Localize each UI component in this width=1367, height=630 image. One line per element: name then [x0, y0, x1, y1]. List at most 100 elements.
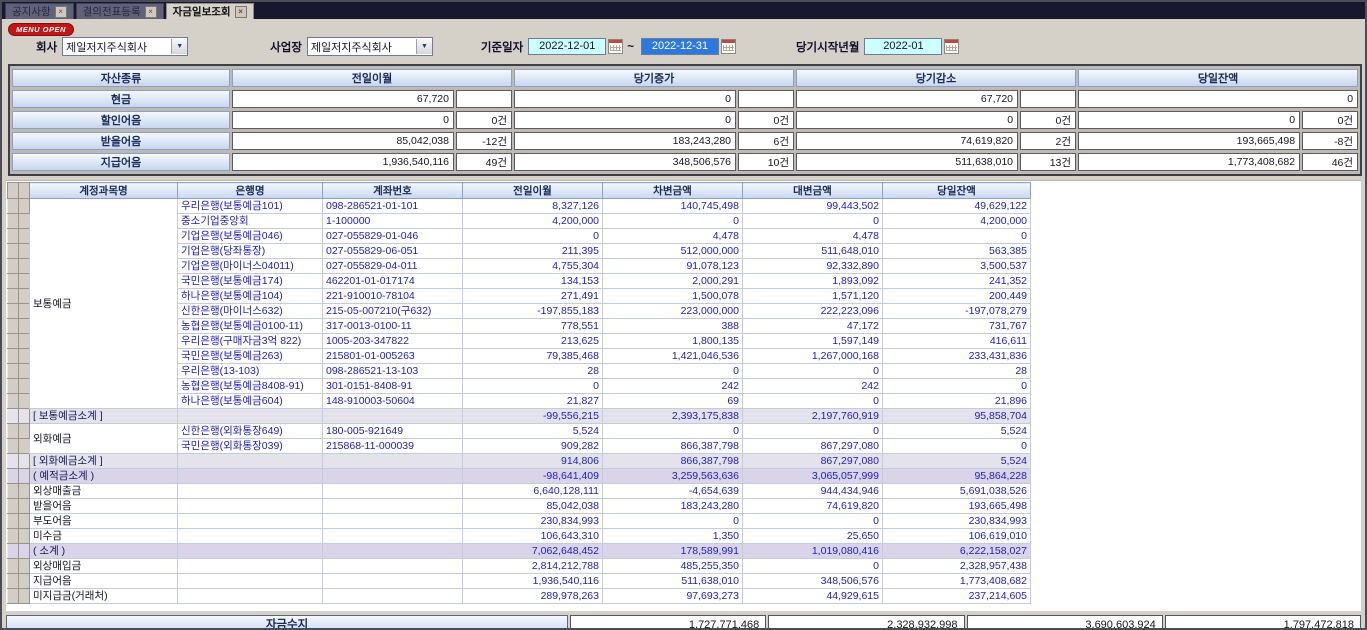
- bank-name-cell[interactable]: 우리은행(구매자금3억 822): [178, 334, 323, 349]
- tab-item[interactable]: 공지사항×: [5, 3, 74, 19]
- count-cell[interactable]: 10건: [738, 153, 794, 171]
- credit-amount-cell[interactable]: 0: [743, 424, 883, 439]
- debit-amount-cell[interactable]: 4,478: [603, 229, 743, 244]
- day-balance-cell[interactable]: 0: [883, 229, 1031, 244]
- day-balance-cell[interactable]: 95,864,228: [883, 469, 1031, 484]
- credit-amount-cell[interactable]: 47,172: [743, 319, 883, 334]
- debit-amount-cell[interactable]: 3,259,563,636: [603, 469, 743, 484]
- summary-header-cell[interactable]: 전일이월: [232, 69, 512, 87]
- prev-balance-cell[interactable]: 778,551: [463, 319, 603, 334]
- count-cell[interactable]: 0건: [738, 111, 794, 129]
- credit-amount-cell[interactable]: 4,478: [743, 229, 883, 244]
- debit-amount-cell[interactable]: 0: [603, 214, 743, 229]
- account-number-cell[interactable]: [323, 469, 463, 484]
- account-number-cell[interactable]: [323, 484, 463, 499]
- day-balance-cell[interactable]: -197,078,279: [883, 304, 1031, 319]
- credit-amount-cell[interactable]: 0: [743, 364, 883, 379]
- prev-balance-cell[interactable]: 0: [463, 379, 603, 394]
- account-number-cell[interactable]: [323, 514, 463, 529]
- credit-amount-cell[interactable]: 99,443,502: [743, 199, 883, 214]
- debit-amount-cell[interactable]: 91,078,123: [603, 259, 743, 274]
- prev-balance-cell[interactable]: 106,643,310: [463, 529, 603, 544]
- prev-balance-cell[interactable]: 28: [463, 364, 603, 379]
- prev-balance-cell[interactable]: 211,395: [463, 244, 603, 259]
- row-indicator[interactable]: [19, 514, 30, 529]
- prev-balance-cell[interactable]: 909,282: [463, 439, 603, 454]
- account-number-cell[interactable]: [323, 409, 463, 424]
- debit-amount-cell[interactable]: 0: [603, 364, 743, 379]
- day-balance-cell[interactable]: 5,691,038,526: [883, 484, 1031, 499]
- row-indicator[interactable]: [8, 334, 19, 349]
- tab-close-icon[interactable]: ×: [55, 6, 67, 18]
- summary-header-cell[interactable]: 당일잔액: [1078, 69, 1358, 87]
- row-indicator[interactable]: [19, 454, 30, 469]
- credit-amount-cell[interactable]: 0: [743, 514, 883, 529]
- row-indicator[interactable]: [19, 469, 30, 484]
- debit-amount-cell[interactable]: 97,693,273: [603, 589, 743, 604]
- account-number-cell[interactable]: 027-055829-01-046: [323, 229, 463, 244]
- account-name-cell[interactable]: [ 보통예금소계 ]: [30, 409, 178, 424]
- grid-header-cell[interactable]: 전일이월: [463, 183, 603, 199]
- row-indicator[interactable]: [8, 304, 19, 319]
- day-balance-cell[interactable]: 0: [883, 439, 1031, 454]
- prev-balance-cell[interactable]: 4,755,304: [463, 259, 603, 274]
- asset-type-cell[interactable]: 할인어음: [12, 111, 230, 129]
- debit-amount-cell[interactable]: 1,421,046,536: [603, 349, 743, 364]
- account-number-cell[interactable]: 221-910010-78104: [323, 289, 463, 304]
- credit-amount-cell[interactable]: 1,893,092: [743, 274, 883, 289]
- grid-header-cell[interactable]: 계좌번호: [323, 183, 463, 199]
- prev-balance-cell[interactable]: 2,814,212,788: [463, 559, 603, 574]
- row-indicator[interactable]: [8, 454, 19, 469]
- debit-amount-cell[interactable]: 388: [603, 319, 743, 334]
- account-name-cell[interactable]: 외상매출금: [30, 484, 178, 499]
- credit-amount-cell[interactable]: 348,506,576: [743, 574, 883, 589]
- amount-cell[interactable]: 348,506,576: [514, 153, 736, 171]
- prev-balance-cell[interactable]: 289,978,263: [463, 589, 603, 604]
- asset-type-cell[interactable]: 받을어음: [12, 132, 230, 150]
- count-cell[interactable]: 0건: [1302, 111, 1358, 129]
- day-balance-cell[interactable]: 1,773,408,682: [883, 574, 1031, 589]
- row-indicator[interactable]: [19, 319, 30, 334]
- row-indicator[interactable]: [19, 289, 30, 304]
- credit-amount-cell[interactable]: 944,434,946: [743, 484, 883, 499]
- account-name-cell[interactable]: 지급어음: [30, 574, 178, 589]
- prev-balance-cell[interactable]: 5,524: [463, 424, 603, 439]
- account-number-cell[interactable]: 098-286521-13-103: [323, 364, 463, 379]
- account-number-cell[interactable]: [323, 589, 463, 604]
- row-indicator[interactable]: [19, 349, 30, 364]
- credit-amount-cell[interactable]: 0: [743, 214, 883, 229]
- row-indicator[interactable]: [19, 409, 30, 424]
- credit-amount-cell[interactable]: 3,065,057,999: [743, 469, 883, 484]
- debit-amount-cell[interactable]: 242: [603, 379, 743, 394]
- prev-balance-cell[interactable]: 7,062,648,452: [463, 544, 603, 559]
- asset-type-cell[interactable]: 현금: [12, 90, 230, 108]
- account-name-cell[interactable]: 외화예금: [30, 424, 178, 454]
- calendar-icon[interactable]: [608, 39, 623, 54]
- bank-name-cell[interactable]: 하나은행(보통예금604): [178, 394, 323, 409]
- row-indicator[interactable]: [8, 259, 19, 274]
- account-name-cell[interactable]: 부도어음: [30, 514, 178, 529]
- count-cell[interactable]: 46건: [1302, 153, 1358, 171]
- row-indicator[interactable]: [8, 214, 19, 229]
- debit-amount-cell[interactable]: 0: [603, 514, 743, 529]
- debit-amount-cell[interactable]: 69: [603, 394, 743, 409]
- count-cell[interactable]: -8건: [1302, 132, 1358, 150]
- grid-header-cell[interactable]: 은행명: [178, 183, 323, 199]
- day-balance-cell[interactable]: 416,611: [883, 334, 1031, 349]
- row-indicator[interactable]: [19, 199, 30, 214]
- row-indicator[interactable]: [8, 379, 19, 394]
- credit-amount-cell[interactable]: 1,571,120: [743, 289, 883, 304]
- row-indicator[interactable]: [8, 484, 19, 499]
- debit-amount-cell[interactable]: 511,638,010: [603, 574, 743, 589]
- bank-name-cell[interactable]: [178, 409, 323, 424]
- row-indicator[interactable]: [19, 304, 30, 319]
- account-number-cell[interactable]: [323, 529, 463, 544]
- count-cell[interactable]: [1020, 90, 1076, 108]
- bank-name-cell[interactable]: [178, 454, 323, 469]
- row-indicator[interactable]: [8, 409, 19, 424]
- summary-header-cell[interactable]: 당기감소: [796, 69, 1076, 87]
- row-indicator[interactable]: [19, 424, 30, 439]
- account-number-cell[interactable]: 317-0013-0100-11: [323, 319, 463, 334]
- account-name-cell[interactable]: 미수금: [30, 529, 178, 544]
- amount-cell[interactable]: 0: [514, 90, 736, 108]
